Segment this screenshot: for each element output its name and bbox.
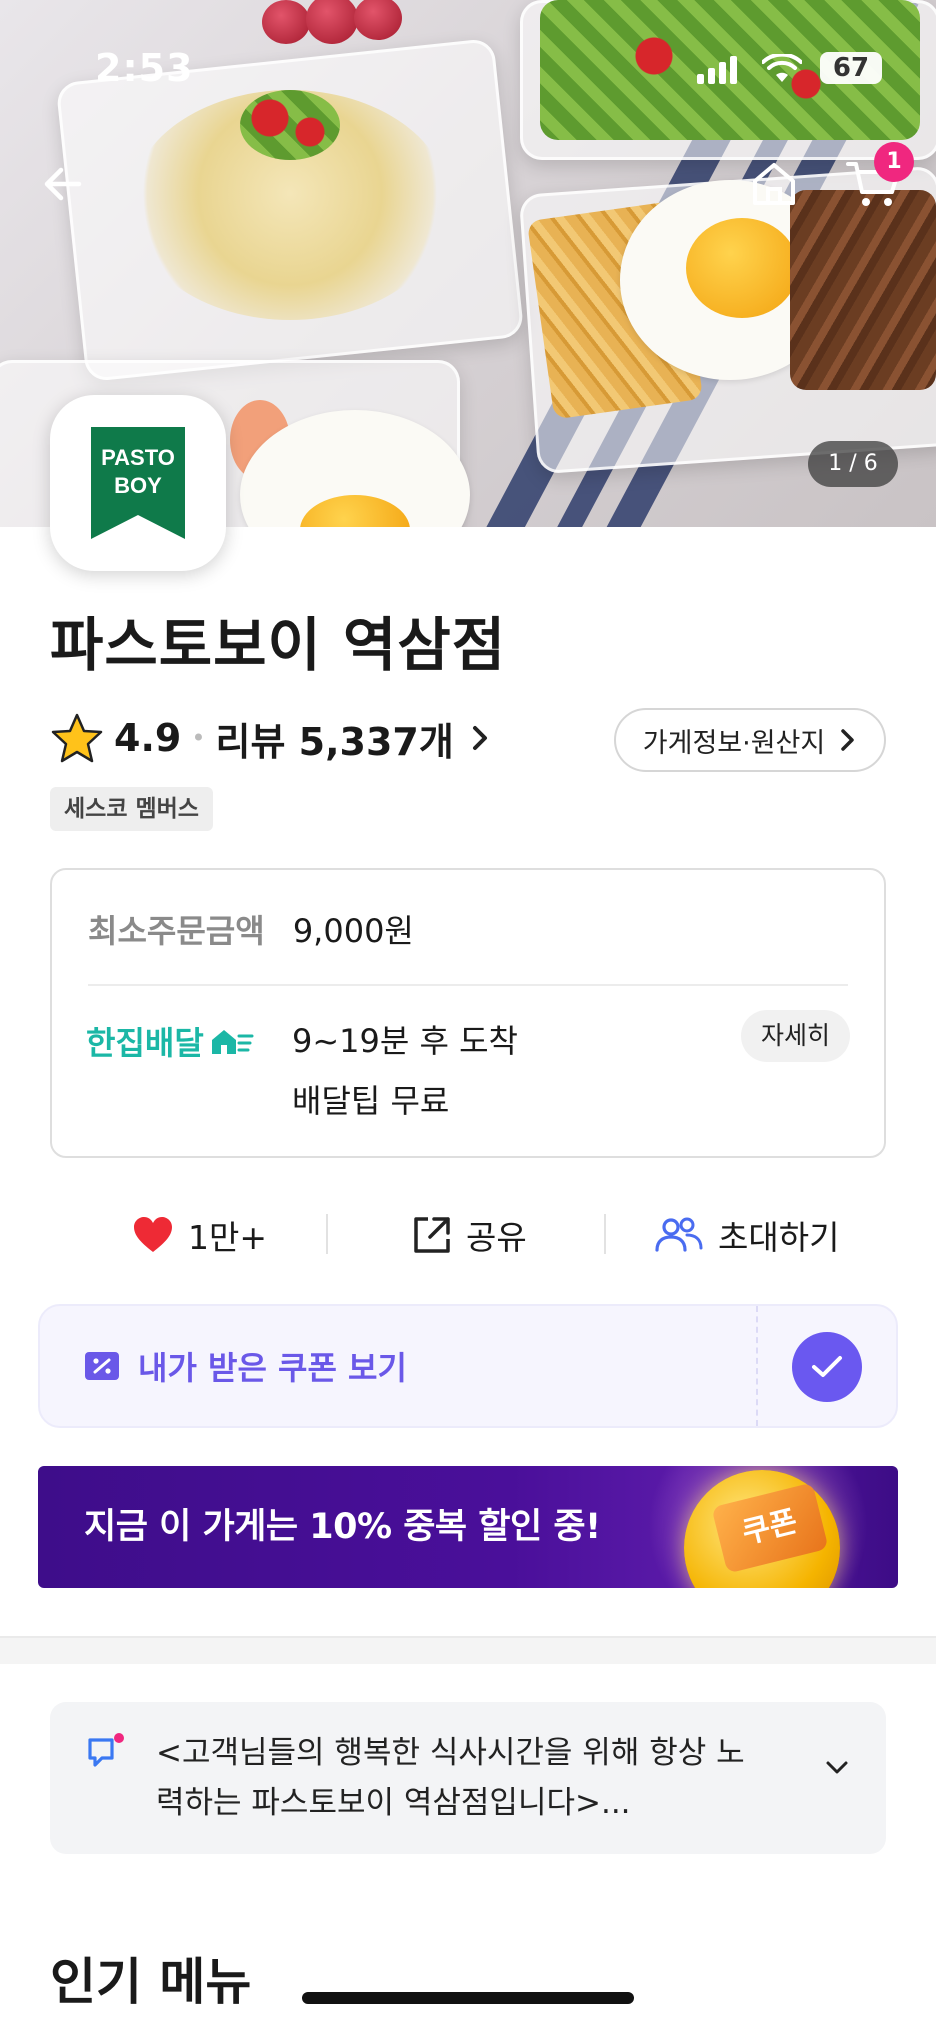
discount-promo-banner[interactable]: 지금 이 가게는 10% 중복 할인 중! 쿠폰 [38, 1466, 898, 1588]
invite-label: 초대하기 [718, 1218, 840, 1257]
delivery-detail-button[interactable]: 자세히 [740, 1010, 850, 1062]
cart-count-badge: 1 [874, 142, 914, 182]
like-button[interactable]: 1만+ [132, 1200, 267, 1270]
separator [326, 1214, 328, 1254]
rating-review-row[interactable]: 4.9 • 리뷰 5,337개 [50, 708, 494, 768]
share-icon [414, 1217, 450, 1253]
review-count-link[interactable]: 리뷰 5,337개 [215, 711, 453, 766]
like-count: 1만+ [188, 1218, 268, 1257]
share-button[interactable]: 공유 [412, 1200, 527, 1270]
my-coupons-label: 내가 받은 쿠폰 보기 [138, 1349, 407, 1387]
arrow-left-icon [44, 167, 82, 201]
svg-text:BOY: BOY [114, 473, 162, 498]
min-order-row: 최소주문금액 9,000원 [88, 906, 414, 952]
home-indicator[interactable] [302, 1992, 634, 2004]
delivery-type: 한집배달 [86, 1018, 254, 1064]
notice-text: <고객님들의 행복한 식사시간을 위해 항상 노력하는 파스토보이 역삼점입니다… [156, 1735, 745, 1821]
status-bar: 2:53 67 [0, 46, 936, 90]
min-order-label: 최소주문금액 [88, 912, 265, 950]
cellular-signal-icon [697, 56, 741, 84]
delivery-type-label: 한집배달 [86, 1024, 204, 1062]
min-order-value: 9,000원 [292, 912, 414, 950]
my-coupons-link[interactable]: 내가 받은 쿠폰 보기 [84, 1306, 407, 1426]
delivery-tip: 배달팁 무료 [292, 1082, 450, 1120]
pastoboy-logo-icon: PASTO BOY [91, 427, 185, 539]
fast-house-icon [211, 1030, 254, 1054]
home-icon [753, 163, 795, 205]
delivery-eta: 9~19분 후 도착 [292, 1022, 518, 1060]
star-icon [51, 713, 103, 763]
svg-text:PASTO: PASTO [101, 445, 175, 470]
coupon-icon [85, 1352, 119, 1380]
invite-button[interactable]: 초대하기 [654, 1200, 839, 1270]
status-time: 2:53 [95, 46, 194, 90]
share-label: 공유 [466, 1218, 527, 1257]
chevron-right-icon [472, 726, 487, 750]
dashed-divider [756, 1306, 758, 1426]
chevron-down-icon [826, 1761, 848, 1774]
store-notice[interactable]: <고객님들의 행복한 식사시간을 위해 항상 노력하는 파스토보이 역삼점입니다… [50, 1702, 886, 1854]
store-logo: PASTO BOY [50, 395, 226, 571]
checkmark-icon [812, 1356, 842, 1377]
back-button[interactable] [36, 158, 88, 210]
heart-icon [134, 1217, 172, 1252]
notice-chat-icon [88, 1733, 124, 1767]
separator-dot: • [191, 724, 206, 752]
promo-text: 지금 이 가게는 10% 중복 할인 중! [84, 1507, 601, 1547]
section-gap [0, 1636, 936, 1664]
store-info-origin-button[interactable]: 가게정보·원산지 [614, 708, 886, 772]
divider [88, 984, 848, 986]
store-actions-row: 1만+ 공유 초대하기 [0, 1200, 936, 1270]
chevron-right-icon [841, 729, 854, 751]
store-info-label: 가게정보·원산지 [642, 727, 826, 759]
rating-value: 4.9 [114, 716, 182, 760]
people-icon [655, 1217, 703, 1252]
my-coupons-bar[interactable]: 내가 받은 쿠폰 보기 [38, 1304, 898, 1428]
store-name: 파스토보이 역삼점 [50, 611, 507, 679]
photo-counter: 1 / 6 [808, 441, 898, 487]
battery-icon: 67 [820, 52, 882, 84]
home-button[interactable] [748, 158, 800, 210]
wifi-icon [762, 54, 802, 82]
delivery-info-card: 최소주문금액 9,000원 한집배달 9~19분 후 도착 배달팁 무료 자세히 [50, 868, 886, 1158]
separator [604, 1214, 606, 1254]
member-badge: 세스코 멤버스 [50, 787, 213, 831]
popular-menu-title: 인기 메뉴 [50, 1953, 252, 2011]
coupon-check-button[interactable] [792, 1332, 862, 1402]
